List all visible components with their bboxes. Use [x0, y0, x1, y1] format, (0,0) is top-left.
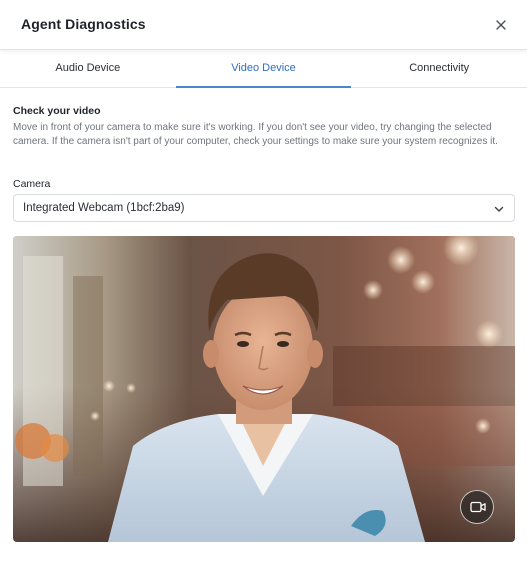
- camera-feed-image: [13, 236, 515, 542]
- agent-diagnostics-dialog: Agent Diagnostics Audio Device Video Dev…: [0, 0, 527, 565]
- camera-select[interactable]: Integrated Webcam (1bcf:2ba9): [13, 194, 515, 222]
- tab-video-device[interactable]: Video Device: [175, 51, 352, 88]
- camera-select-value: Integrated Webcam (1bcf:2ba9): [23, 202, 185, 214]
- camera-toggle-button[interactable]: [460, 490, 494, 524]
- section-description: Move in front of your camera to make sur…: [13, 122, 498, 147]
- camera-label: Camera: [13, 178, 51, 190]
- section-title: Check your video: [13, 105, 101, 117]
- dialog-header: Agent Diagnostics: [0, 0, 527, 50]
- close-button[interactable]: [492, 16, 510, 34]
- tab-bar: Audio Device Video Device Connectivity: [0, 51, 527, 88]
- video-camera-icon: [470, 501, 486, 513]
- chevron-down-icon: [494, 206, 504, 212]
- video-preview: [13, 236, 515, 542]
- tab-connectivity[interactable]: Connectivity: [351, 51, 527, 87]
- close-icon: [496, 20, 506, 30]
- tab-audio-device[interactable]: Audio Device: [0, 51, 176, 87]
- dialog-title: Agent Diagnostics: [21, 16, 146, 32]
